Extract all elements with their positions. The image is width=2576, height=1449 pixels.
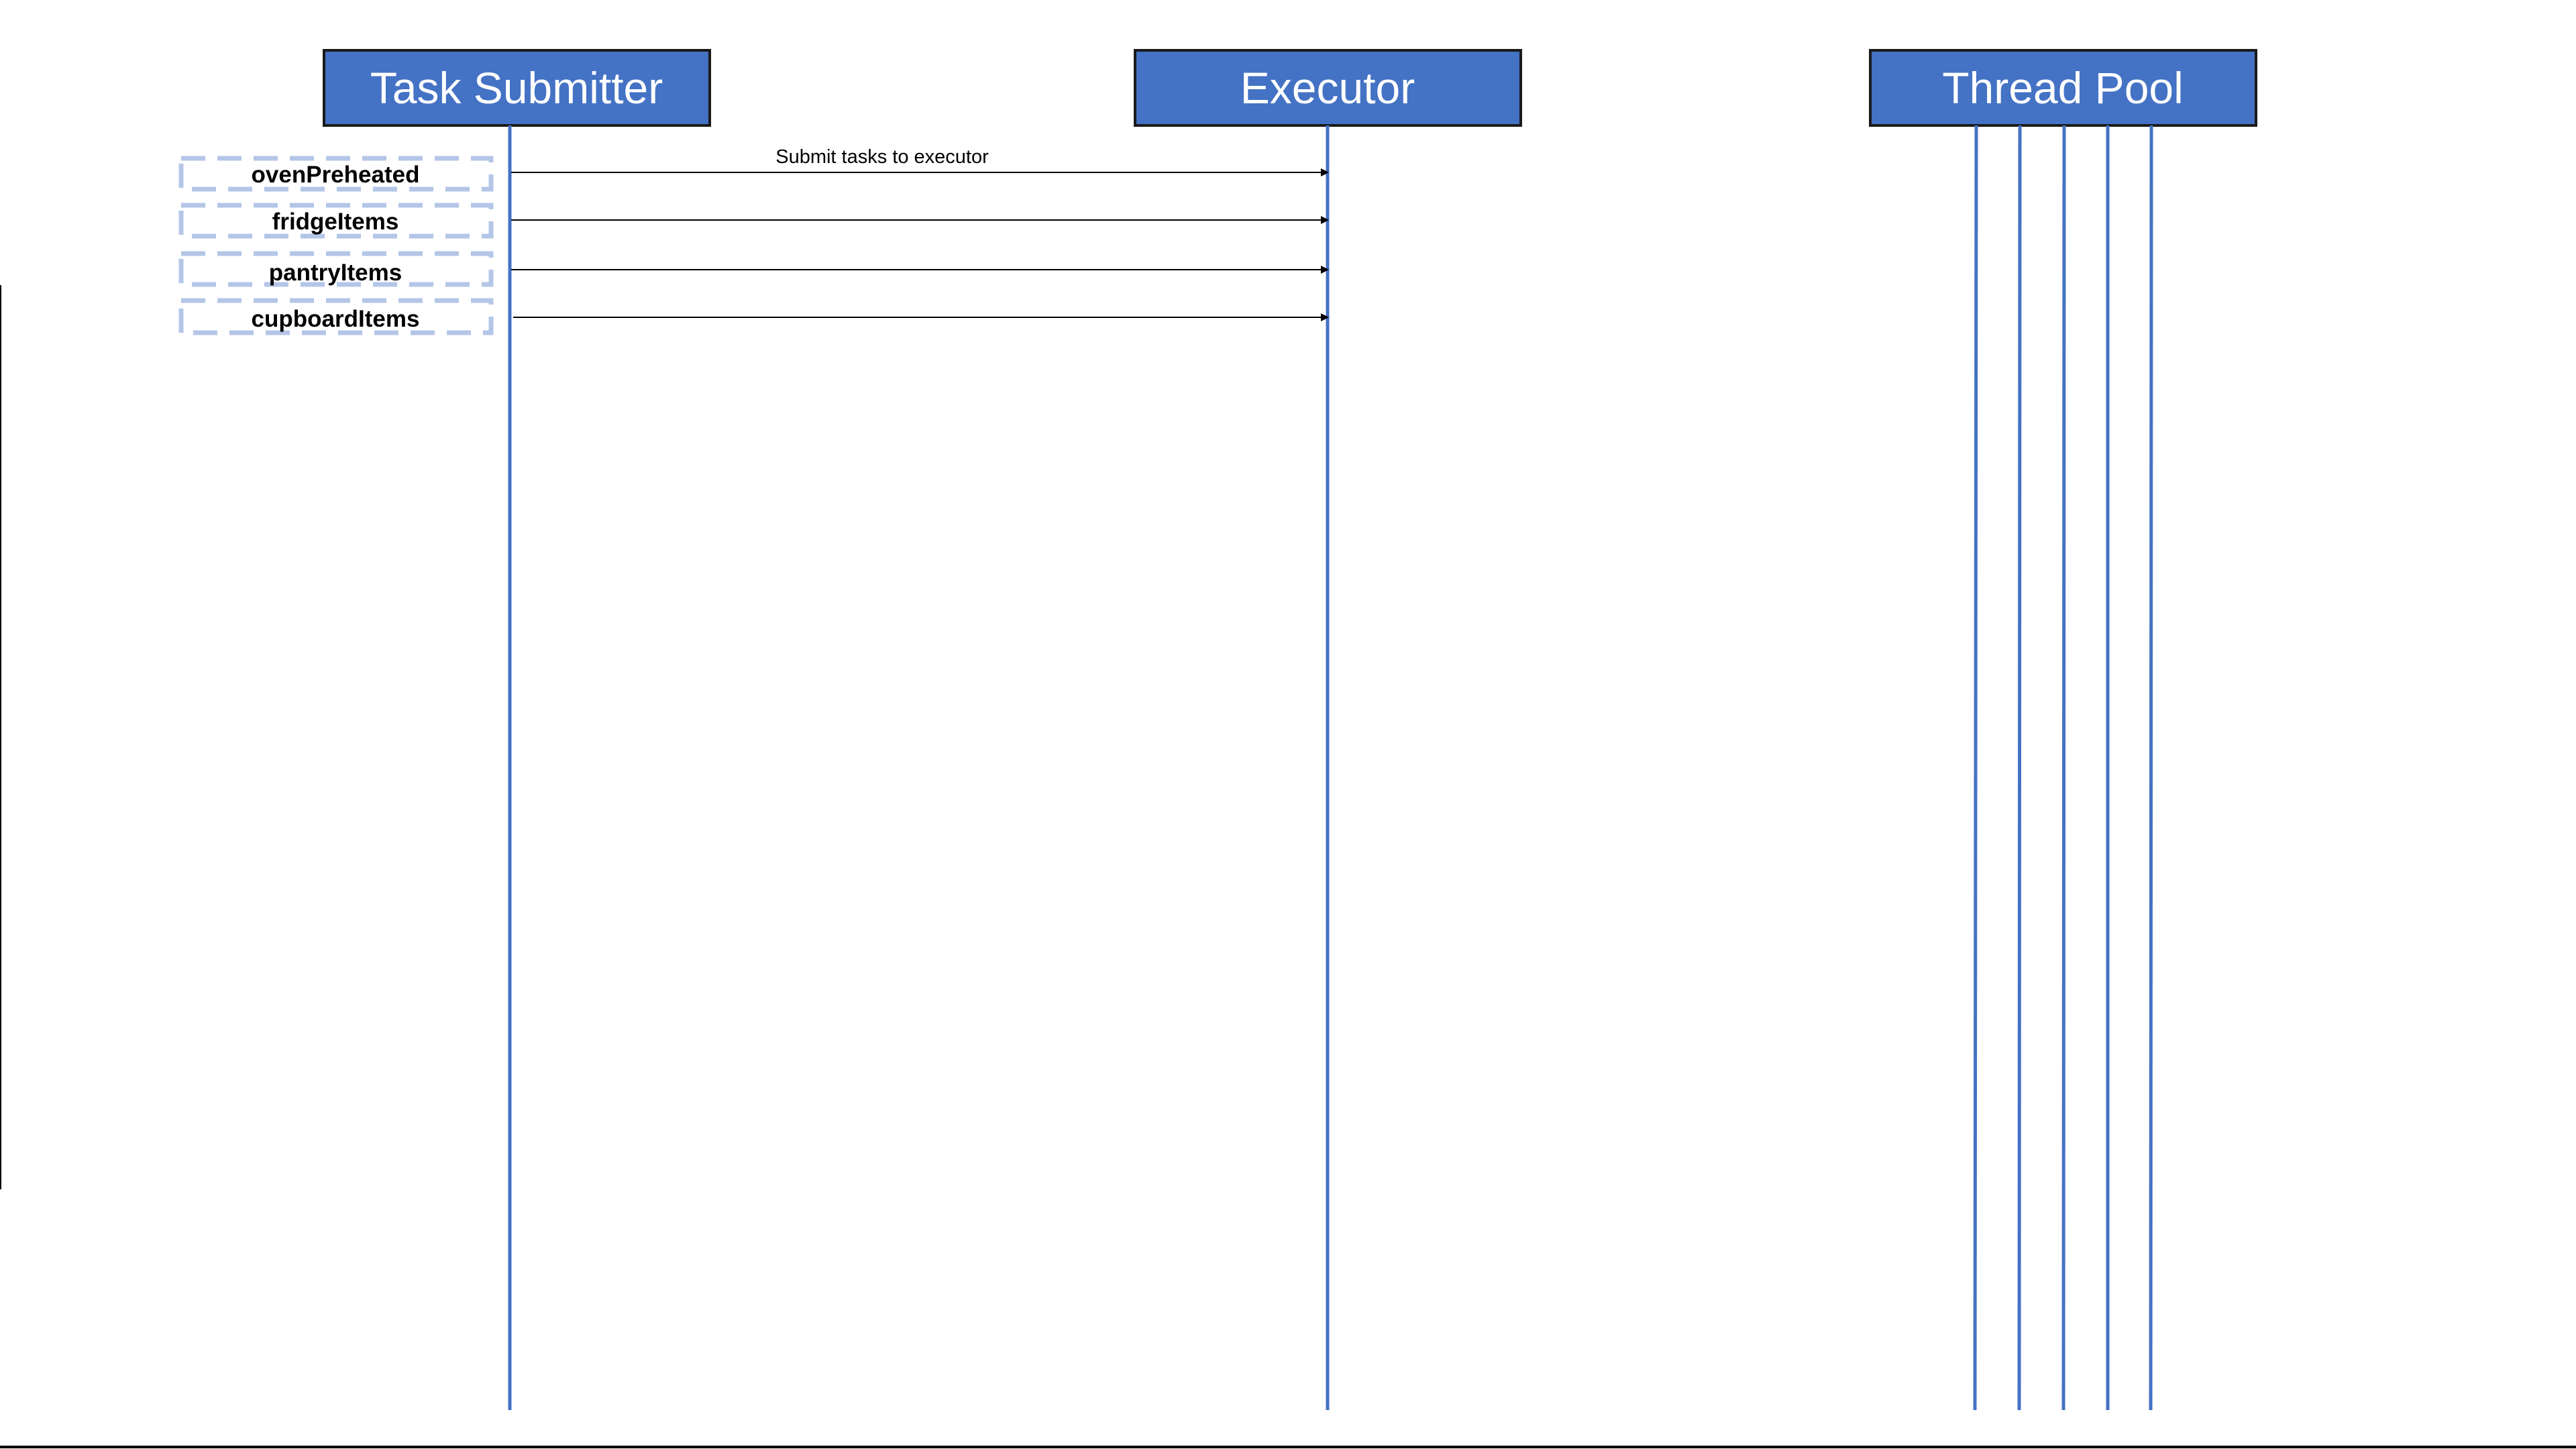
message-label: Submit tasks to executor [775,146,989,168]
sequence-diagram: Task Submitter Executor Thread Pool oven… [0,49,2576,1448]
task-label-fridge-items: fridgeItems [272,209,399,235]
task-label-pantry-items: pantryItems [269,260,402,286]
participant-label: Executor [1240,63,1415,113]
participant-label: Thread Pool [1942,63,2184,113]
thread-lifelines [1973,125,2153,1411]
messages: Submit tasks to executor [511,146,1329,321]
thread-lifeline [2017,125,2022,1411]
task-label-cupboard-items: cupboardItems [252,306,420,332]
participant-executor: Executor [1134,49,1522,1410]
task-label-oven-preheated: ovenPreheated [252,162,420,188]
thread-lifeline [2061,125,2066,1411]
participant-thread-pool: Thread Pool [1869,49,2257,1411]
task-boxes: ovenPreheated fridgeItems pantryItems cu… [178,156,494,335]
thread-lifeline [1973,125,1978,1411]
participant-label: Task Submitter [370,63,663,113]
